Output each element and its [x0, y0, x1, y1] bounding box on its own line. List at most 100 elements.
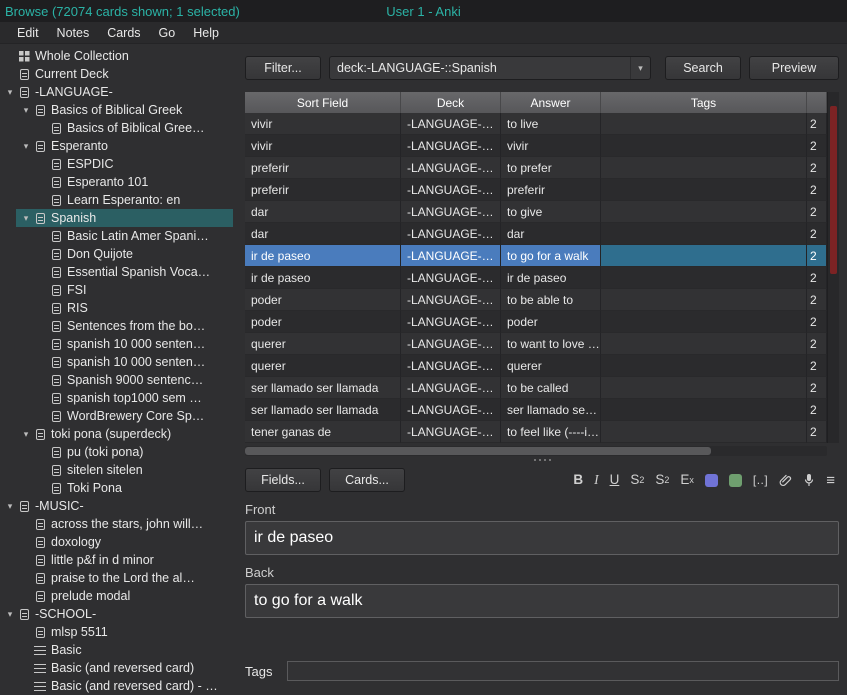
card-row[interactable]: poder -LANGUAGE-… to be able to 2 [245, 289, 827, 311]
sidebar-item[interactable]: ▾ -LANGUAGE- [0, 83, 233, 101]
sidebar-item[interactable]: spanish top1000 sem … [0, 389, 233, 407]
remove-formatting-icon[interactable]: Ex [680, 473, 694, 487]
card-row[interactable]: tener ganas de -LANGUAGE-… to feel like (-… [245, 421, 827, 443]
chevron-down-icon[interactable]: ▾ [20, 429, 32, 440]
sidebar-item[interactable]: Current Deck [0, 65, 233, 83]
column-header-sort-field[interactable]: Sort Field [245, 92, 401, 113]
chevron-down-icon[interactable]: ▾ [4, 609, 16, 620]
fields-button[interactable]: Fields... [245, 468, 321, 492]
horizontal-scrollbar-thumb[interactable] [245, 447, 711, 455]
search-query: deck:-LANGUAGE-::Spanish [337, 61, 497, 75]
italic-icon[interactable]: I [594, 473, 599, 487]
card-row[interactable]: dar -LANGUAGE-… to give 2 [245, 201, 827, 223]
deck-icon [48, 266, 64, 278]
sidebar-item[interactable]: Sentences from the bo… [0, 317, 233, 335]
sidebar-item[interactable]: ▾ Basics of Biblical Greek [0, 101, 233, 119]
vertical-scrollbar[interactable] [827, 92, 839, 443]
sidebar-item[interactable]: ▾ -MUSIC- [0, 497, 233, 515]
search-combobox[interactable]: deck:-LANGUAGE-::Spanish ▾ [329, 56, 651, 80]
deck-icon [16, 86, 32, 98]
menu-edit[interactable]: Edit [8, 24, 48, 42]
cell-tags [601, 355, 807, 377]
sidebar-item[interactable]: spanish 10 000 senten… [0, 335, 233, 353]
card-row[interactable]: vivir -LANGUAGE-… to live 2 [245, 113, 827, 135]
menu-cards[interactable]: Cards [98, 24, 149, 42]
cards-button[interactable]: Cards... [329, 468, 405, 492]
sidebar-item[interactable]: WordBrewery Core Sp… [0, 407, 233, 425]
highlight-color-icon[interactable] [728, 473, 742, 487]
field-input-front[interactable]: ir de paseo [245, 521, 839, 555]
card-row[interactable]: ir de paseo -LANGUAGE-… ir de paseo 2 [245, 267, 827, 289]
sidebar-item[interactable]: sitelen sitelen [0, 461, 233, 479]
chevron-down-icon[interactable]: ▾ [20, 141, 32, 152]
card-row[interactable]: ser llamado ser llamada -LANGUAGE-… ser ll… [245, 399, 827, 421]
sidebar-item[interactable]: ESPDIC [0, 155, 233, 173]
cloze-icon[interactable]: [..] [753, 474, 768, 486]
chevron-down-icon[interactable]: ▾ [4, 501, 16, 512]
tags-input[interactable] [287, 661, 839, 681]
cell-deck: -LANGUAGE-… [401, 135, 501, 157]
underline-icon[interactable]: U [610, 473, 620, 487]
field-input-back[interactable]: to go for a walk [245, 584, 839, 618]
sidebar-item[interactable]: Basic Latin Amer Spani… [0, 227, 233, 245]
card-row[interactable]: preferir -LANGUAGE-… preferir 2 [245, 179, 827, 201]
attach-icon[interactable] [779, 474, 792, 487]
sidebar-item[interactable]: ▾ -SCHOOL- [0, 605, 233, 623]
sidebar-item[interactable]: Basic [0, 641, 233, 659]
sidebar-item[interactable]: Whole Collection [0, 47, 233, 65]
sidebar-item[interactable]: doxology [0, 533, 233, 551]
sidebar-item[interactable]: across the stars, john will… [0, 515, 233, 533]
sidebar-item[interactable]: Learn Esperanto: en [0, 191, 233, 209]
horizontal-scrollbar[interactable] [245, 446, 827, 456]
sidebar-item[interactable]: Don Quijote [0, 245, 233, 263]
sidebar-item[interactable]: Basic (and reversed card) - … [0, 677, 233, 695]
sidebar-item[interactable]: Toki Pona [0, 479, 233, 497]
card-row[interactable]: querer -LANGUAGE-… to want to love … 2 [245, 333, 827, 355]
chevron-down-icon[interactable]: ▾ [630, 57, 650, 79]
sidebar-item[interactable]: Basic (and reversed card) [0, 659, 233, 677]
sidebar-item[interactable]: ▾ Esperanto [0, 137, 233, 155]
sidebar-item[interactable]: Essential Spanish Voca… [0, 263, 233, 281]
card-row[interactable]: ir de paseo -LANGUAGE-… to go for a walk 2 [245, 245, 827, 267]
search-button[interactable]: Search [665, 56, 741, 80]
chevron-down-icon[interactable]: ▾ [20, 105, 32, 116]
chevron-down-icon[interactable]: ▾ [4, 87, 16, 98]
filter-button[interactable]: Filter... [245, 56, 321, 80]
sidebar-item[interactable]: FSI [0, 281, 233, 299]
superscript-icon[interactable]: S2 [630, 473, 644, 487]
sidebar-item[interactable]: prelude modal [0, 587, 233, 605]
splitter-handle[interactable] [245, 456, 839, 464]
sidebar-item[interactable]: spanish 10 000 senten… [0, 353, 233, 371]
sidebar-item[interactable]: Esperanto 101 [0, 173, 233, 191]
sidebar-item[interactable]: praise to the Lord the al… [0, 569, 233, 587]
column-header-deck[interactable]: Deck [401, 92, 501, 113]
vertical-scrollbar-thumb[interactable] [830, 106, 837, 274]
sidebar-item[interactable]: Basics of Biblical Gree… [0, 119, 233, 137]
sidebar-item[interactable]: mlsp 5511 [0, 623, 233, 641]
column-header-answer[interactable]: Answer [501, 92, 601, 113]
card-row[interactable]: dar -LANGUAGE-… dar 2 [245, 223, 827, 245]
bold-icon[interactable]: B [573, 473, 583, 487]
sidebar-item[interactable]: ▾ Spanish [16, 209, 233, 227]
menu-go[interactable]: Go [150, 24, 185, 42]
text-color-icon[interactable] [704, 473, 718, 487]
record-audio-icon[interactable] [803, 473, 815, 487]
sidebar-item[interactable]: Spanish 9000 sentenc… [0, 371, 233, 389]
card-row[interactable]: vivir -LANGUAGE-… vivir 2 [245, 135, 827, 157]
sidebar-item[interactable]: RIS [0, 299, 233, 317]
column-header-due[interactable] [807, 92, 827, 113]
sidebar-item[interactable]: little p&f in d minor [0, 551, 233, 569]
chevron-down-icon[interactable]: ▾ [20, 213, 32, 224]
preview-button[interactable]: Preview [749, 56, 839, 80]
card-row[interactable]: preferir -LANGUAGE-… to prefer 2 [245, 157, 827, 179]
subscript-icon[interactable]: S2 [655, 473, 669, 487]
sidebar-item[interactable]: ▾ toki pona (superdeck) [0, 425, 233, 443]
card-row[interactable]: ser llamado ser llamada -LANGUAGE-… to be … [245, 377, 827, 399]
menu-help[interactable]: Help [184, 24, 228, 42]
card-row[interactable]: poder -LANGUAGE-… poder 2 [245, 311, 827, 333]
column-header-tags[interactable]: Tags [601, 92, 807, 113]
card-row[interactable]: querer -LANGUAGE-… querer 2 [245, 355, 827, 377]
menu-notes[interactable]: Notes [48, 24, 99, 42]
more-options-icon[interactable]: ≡ [826, 473, 835, 488]
sidebar-item[interactable]: pu (toki pona) [0, 443, 233, 461]
